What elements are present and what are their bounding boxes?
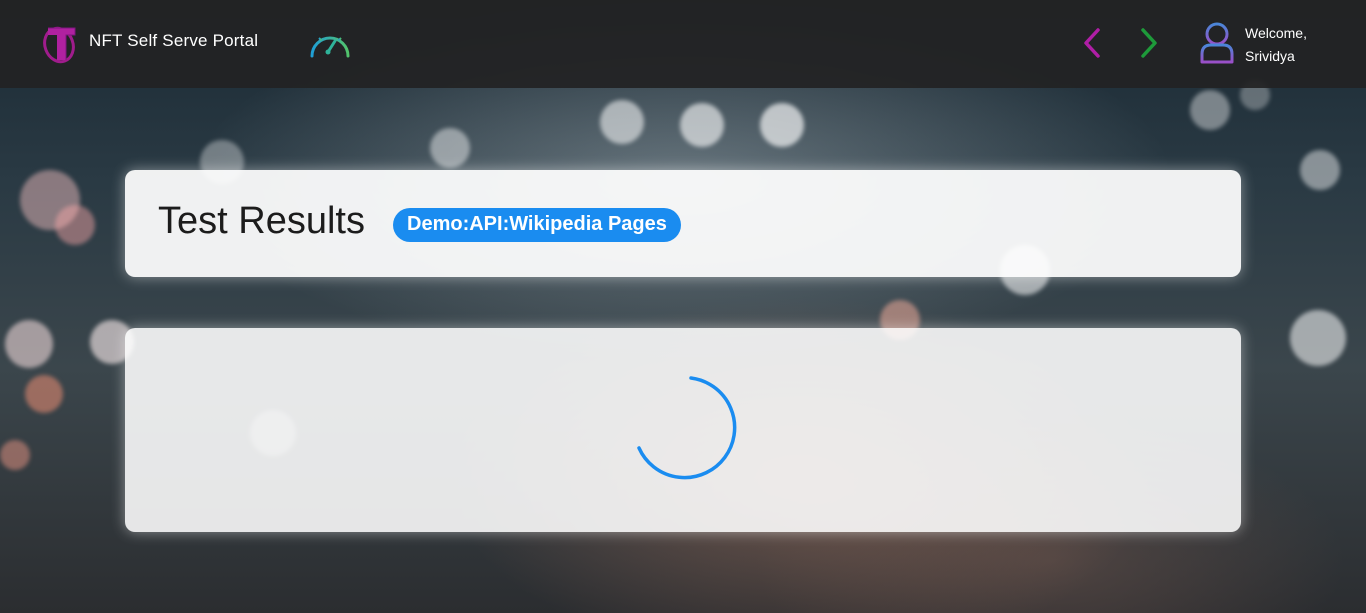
- test-results-header-card: Test Results Demo:API:Wikipedia Pages: [125, 170, 1241, 277]
- test-results-content-card: [125, 328, 1241, 532]
- chevron-right-icon[interactable]: [1135, 26, 1163, 60]
- telstra-logo-icon[interactable]: [42, 22, 78, 64]
- user-name: Srividya: [1245, 48, 1295, 64]
- chevron-left-icon[interactable]: [1078, 26, 1106, 60]
- app-title[interactable]: NFT Self Serve Portal: [89, 31, 258, 51]
- user-icon[interactable]: [1198, 20, 1236, 66]
- welcome-greeting: Welcome,: [1245, 25, 1307, 41]
- welcome-message: Welcome, Srividya: [1245, 22, 1307, 68]
- top-nav-bar: NFT Self Serve Portal Welcome, Srividya: [0, 0, 1366, 88]
- speedometer-icon[interactable]: [308, 26, 352, 60]
- test-name-badge: Demo:API:Wikipedia Pages: [393, 208, 681, 242]
- loading-spinner-icon: [637, 376, 737, 480]
- page-title: Test Results: [158, 200, 365, 242]
